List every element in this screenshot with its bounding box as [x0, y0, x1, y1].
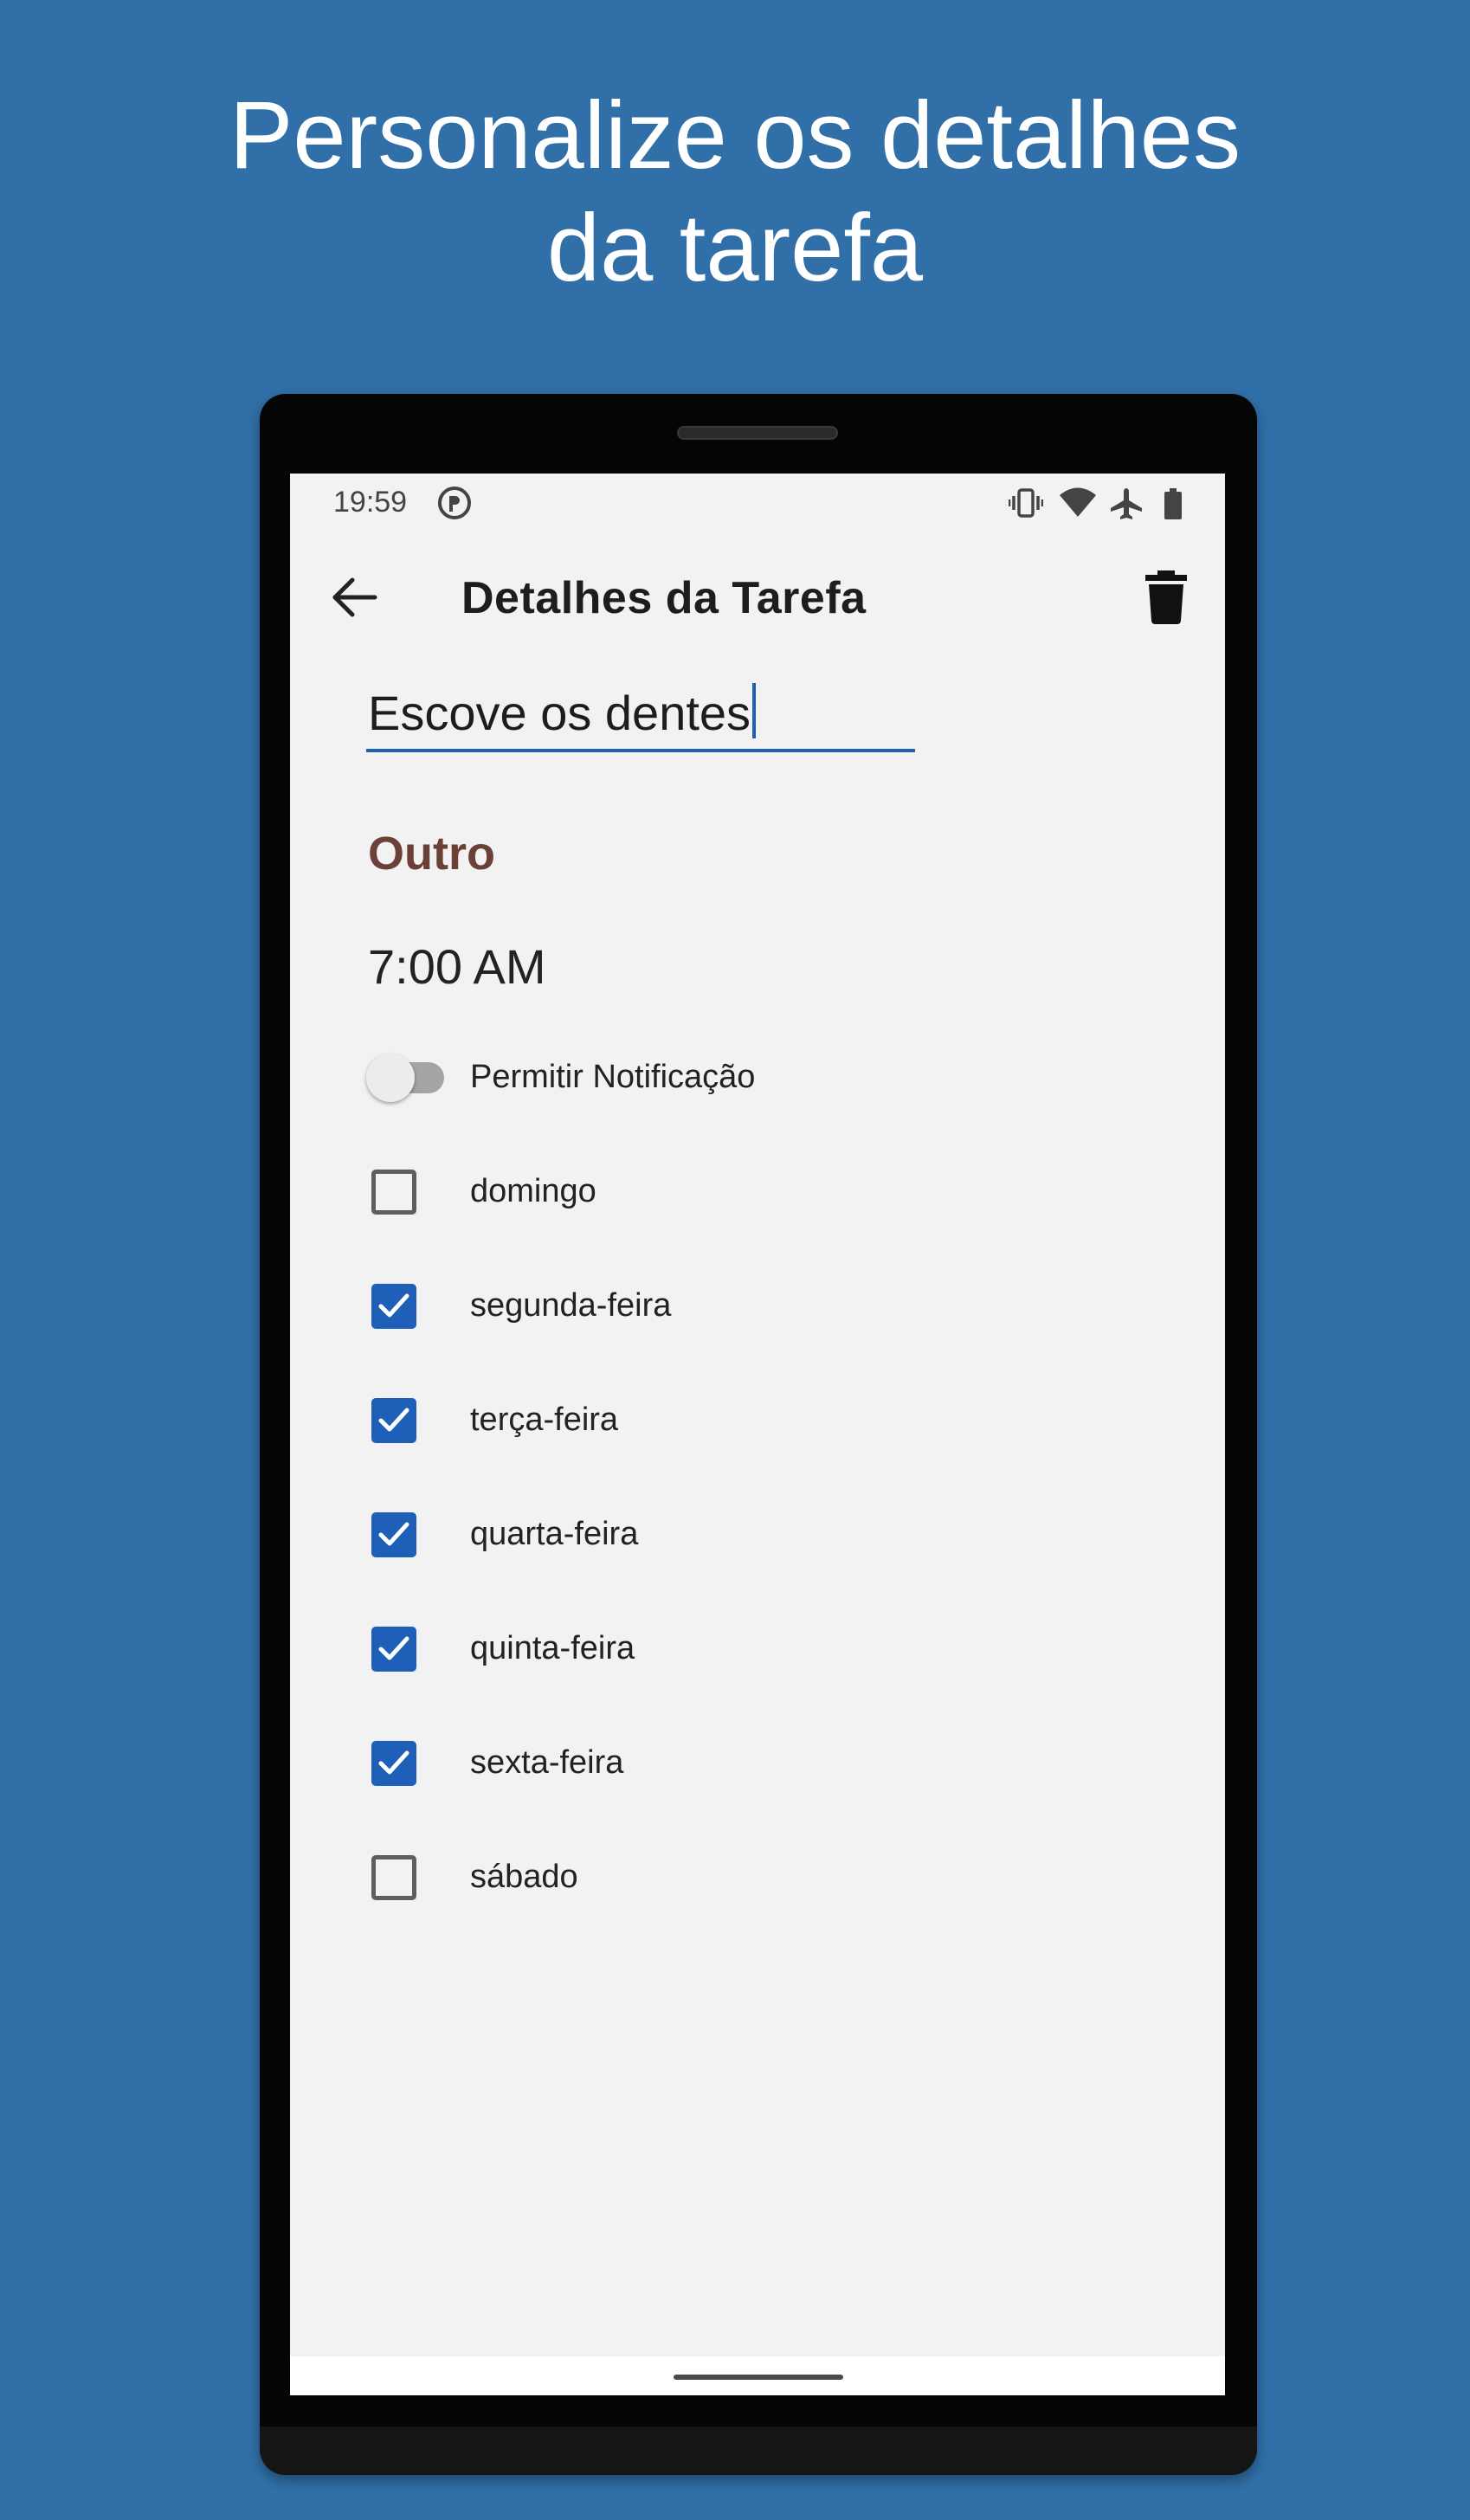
app-notification-icon: [437, 486, 472, 525]
promo-title: Personalize os detalhes da tarefa: [0, 80, 1470, 305]
day-row-domingo[interactable]: domingo: [366, 1157, 1059, 1227]
day-row-segunda-feira[interactable]: segunda-feira: [366, 1272, 1059, 1341]
battery-icon: [1163, 487, 1183, 525]
promo-title-line-2: da tarefa: [546, 195, 924, 301]
day-checkbox[interactable]: [371, 1512, 416, 1557]
airplane-mode-icon: [1109, 487, 1144, 525]
notification-switch-thumb[interactable]: [366, 1054, 415, 1102]
day-checkbox[interactable]: [371, 1170, 416, 1215]
day-label: domingo: [470, 1173, 596, 1209]
app-bar: Detalhes da Tarefa: [290, 534, 1225, 655]
day-row-quinta-feira[interactable]: quinta-feira: [366, 1614, 1059, 1684]
trash-icon: [1145, 570, 1187, 624]
task-name-field[interactable]: Escove os dentes: [366, 680, 915, 752]
task-time[interactable]: 7:00 AM: [368, 938, 545, 995]
checkmark-icon: [378, 1750, 409, 1775]
checkmark-icon: [378, 1522, 409, 1546]
day-checkbox[interactable]: [371, 1855, 416, 1900]
phone-bottom-edge: [260, 2427, 1257, 2475]
page-title: Detalhes da Tarefa: [461, 573, 867, 623]
navigation-bar: [290, 2356, 1225, 2395]
phone-speaker: [677, 426, 838, 440]
day-label: quinta-feira: [470, 1630, 635, 1666]
status-bar: 19:59: [290, 474, 1225, 534]
status-time: 19:59: [333, 486, 408, 519]
wifi-icon: [1059, 487, 1097, 523]
day-checkbox[interactable]: [371, 1284, 416, 1329]
delete-task-button[interactable]: [1140, 567, 1192, 624]
day-label: segunda-feira: [470, 1287, 672, 1324]
back-button[interactable]: [326, 569, 384, 626]
vibrate-icon: [1008, 487, 1044, 523]
phone-screen: 19:59 Detalhes da Tarefa Escove os dente…: [290, 474, 1225, 2395]
task-name-input[interactable]: Escove os dentes: [368, 683, 757, 741]
day-checkbox[interactable]: [371, 1627, 416, 1672]
checkmark-icon: [378, 1408, 409, 1432]
home-gesture-handle[interactable]: [674, 2375, 843, 2380]
day-row-terca-feira[interactable]: terça-feira: [366, 1386, 1059, 1455]
text-caret: [752, 683, 757, 738]
day-label: sexta-feira: [470, 1744, 624, 1781]
checkmark-icon: [378, 1293, 409, 1318]
notification-label: Permitir Notificação: [470, 1059, 756, 1095]
day-checkbox[interactable]: [371, 1741, 416, 1786]
day-label: sábado: [470, 1859, 578, 1895]
checkmark-icon: [378, 1636, 409, 1660]
task-category[interactable]: Outro: [368, 827, 495, 880]
notification-toggle-row[interactable]: Permitir Notificação: [366, 1043, 1059, 1112]
day-row-quarta-feira[interactable]: quarta-feira: [366, 1500, 1059, 1569]
day-row-sabado[interactable]: sábado: [366, 1843, 1059, 1912]
phone-frame: 19:59 Detalhes da Tarefa Escove os dente…: [260, 394, 1257, 2475]
day-row-sexta-feira[interactable]: sexta-feira: [366, 1729, 1059, 1798]
day-label: terça-feira: [470, 1402, 619, 1438]
promo-title-line-1: Personalize os detalhes: [229, 82, 1241, 189]
task-name-value: Escove os dentes: [368, 686, 751, 740]
arrow-back-icon: [332, 577, 377, 617]
day-label: quarta-feira: [470, 1516, 639, 1552]
day-checkbox[interactable]: [371, 1398, 416, 1443]
